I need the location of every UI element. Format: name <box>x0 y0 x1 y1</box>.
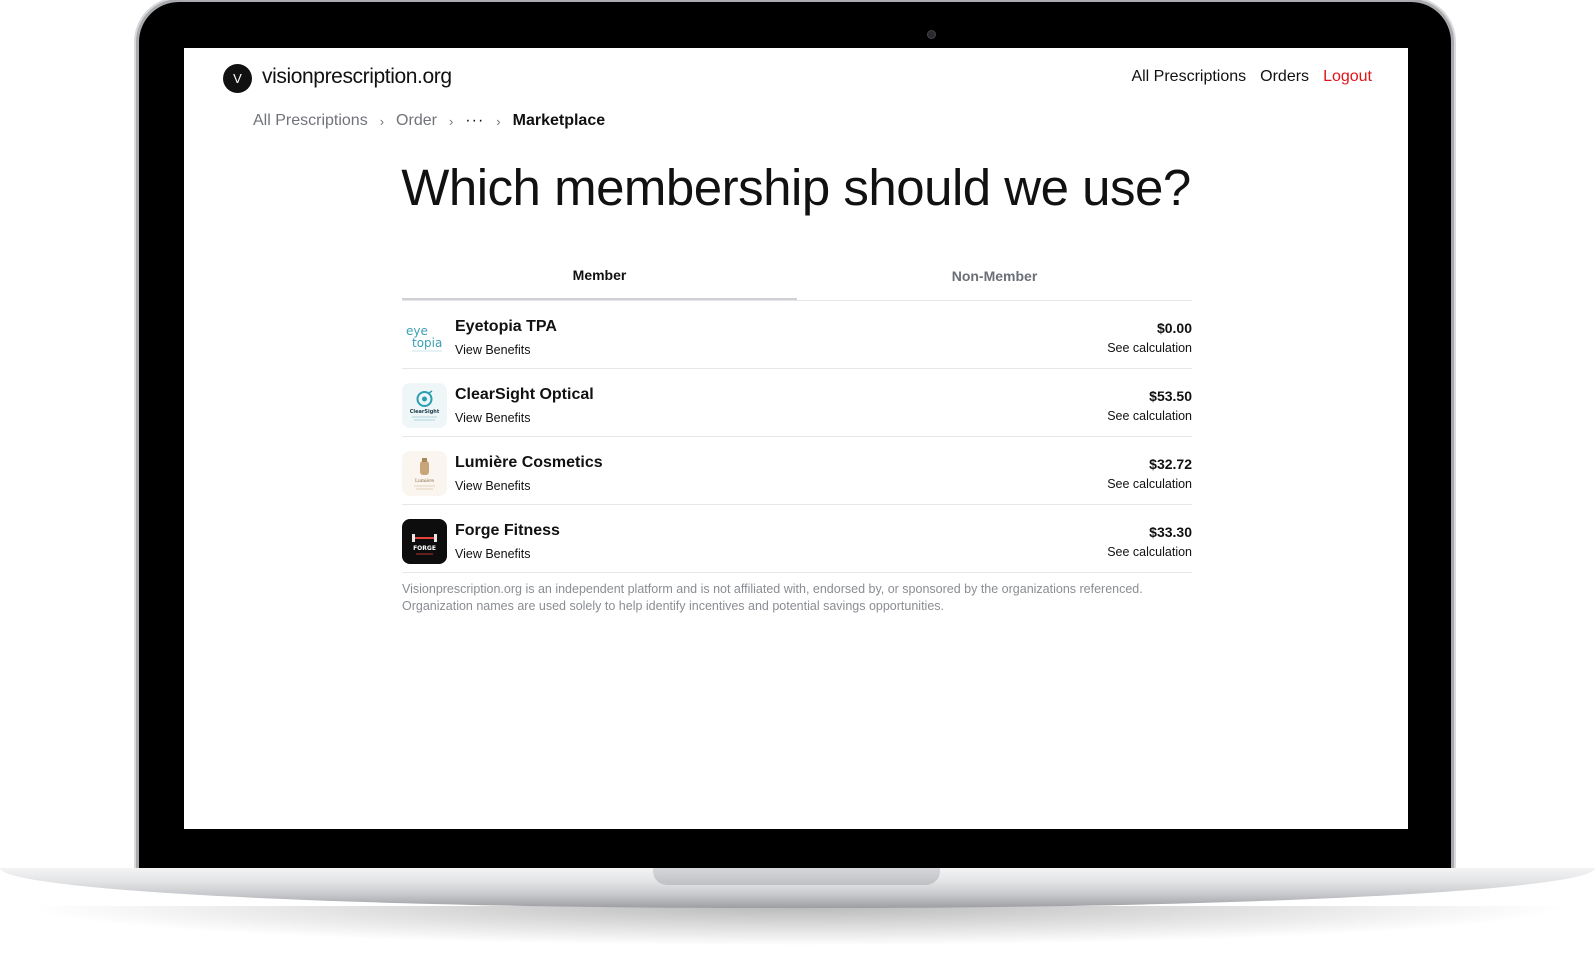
svg-text:topia: topia <box>412 336 442 350</box>
page-title: Which membership should we use? <box>401 159 1191 216</box>
top-bar: V visionprescription.org All Prescriptio… <box>184 48 1408 108</box>
laptop-shadow <box>20 906 1575 946</box>
membership-price: $32.72 <box>1149 456 1192 472</box>
view-benefits-link[interactable]: View Benefits <box>455 343 531 357</box>
breadcrumb-current: Marketplace <box>512 112 606 129</box>
svg-text:Lumière: Lumière <box>415 477 434 484</box>
disclaimer-line: Visionprescription.org is an independent… <box>402 582 1143 596</box>
breadcrumb-all-prescriptions[interactable]: All Prescriptions <box>253 112 368 130</box>
view-benefits-link[interactable]: View Benefits <box>455 411 531 425</box>
membership-price: $33.30 <box>1149 524 1192 540</box>
membership-row[interactable]: eye topia Eyetopia TPA View Benefits $0.… <box>402 301 1192 369</box>
chevron-right-icon: › <box>379 113 385 129</box>
site-name[interactable]: visionprescription.org <box>262 65 452 89</box>
nav-orders[interactable]: Orders <box>1260 68 1309 86</box>
see-calculation-link[interactable]: See calculation <box>1107 545 1192 559</box>
membership-price: $0.00 <box>1156 320 1192 336</box>
laptop-notch <box>653 868 940 885</box>
lumiere-logo-icon: Lumière <box>402 451 447 496</box>
membership-tabs: Member Non-Member <box>402 254 1192 301</box>
membership-list: eye topia Eyetopia TPA View Benefits $0.… <box>402 301 1192 573</box>
view-benefits-link[interactable]: View Benefits <box>455 479 531 493</box>
forge-logo-icon: FORGE <box>402 519 447 564</box>
view-benefits-link[interactable]: View Benefits <box>455 547 531 561</box>
camera-icon <box>928 31 935 38</box>
svg-text:FORGE: FORGE <box>413 545 436 552</box>
breadcrumb-order[interactable]: Order <box>396 112 437 130</box>
disclaimer-line: Organization names are used solely to he… <box>402 599 944 613</box>
see-calculation-link[interactable]: See calculation <box>1107 409 1192 423</box>
tab-member[interactable]: Member <box>402 254 797 300</box>
tab-non-member[interactable]: Non-Member <box>797 254 1192 300</box>
membership-name: Lumière Cosmetics <box>455 454 603 471</box>
nav-all-prescriptions[interactable]: All Prescriptions <box>1131 68 1246 86</box>
membership-row[interactable]: ClearSight ClearSight Optical View Benef… <box>402 369 1192 437</box>
clearsight-logo-icon: ClearSight <box>402 383 447 428</box>
see-calculation-link[interactable]: See calculation <box>1107 341 1192 355</box>
membership-price: $53.50 <box>1149 388 1192 404</box>
see-calculation-link[interactable]: See calculation <box>1107 477 1192 491</box>
main-nav: All Prescriptions Orders Logout <box>1131 68 1372 86</box>
svg-text:ClearSight: ClearSight <box>410 409 440 415</box>
nav-logout[interactable]: Logout <box>1323 68 1372 86</box>
eyetopia-logo-icon: eye topia <box>402 315 447 360</box>
browser-screen: V visionprescription.org All Prescriptio… <box>184 48 1408 829</box>
membership-name: Forge Fitness <box>455 522 560 539</box>
chevron-right-icon: › <box>496 113 501 129</box>
membership-name: ClearSight Optical <box>455 386 594 403</box>
breadcrumb: All Prescriptions › Order › ··· › Market… <box>253 112 605 130</box>
disclaimer: Visionprescription.org is an independent… <box>402 581 1202 615</box>
breadcrumb-ellipsis[interactable]: ··· <box>465 112 484 130</box>
membership-name: Eyetopia TPA <box>455 318 557 335</box>
membership-row[interactable]: FORGE Forge Fitness View Benefits $33.30… <box>402 505 1192 573</box>
membership-row[interactable]: Lumière Lumière Cosmetics View Benefits … <box>402 437 1192 505</box>
chevron-right-icon: › <box>448 113 454 129</box>
site-logo-icon[interactable]: V <box>223 64 252 93</box>
